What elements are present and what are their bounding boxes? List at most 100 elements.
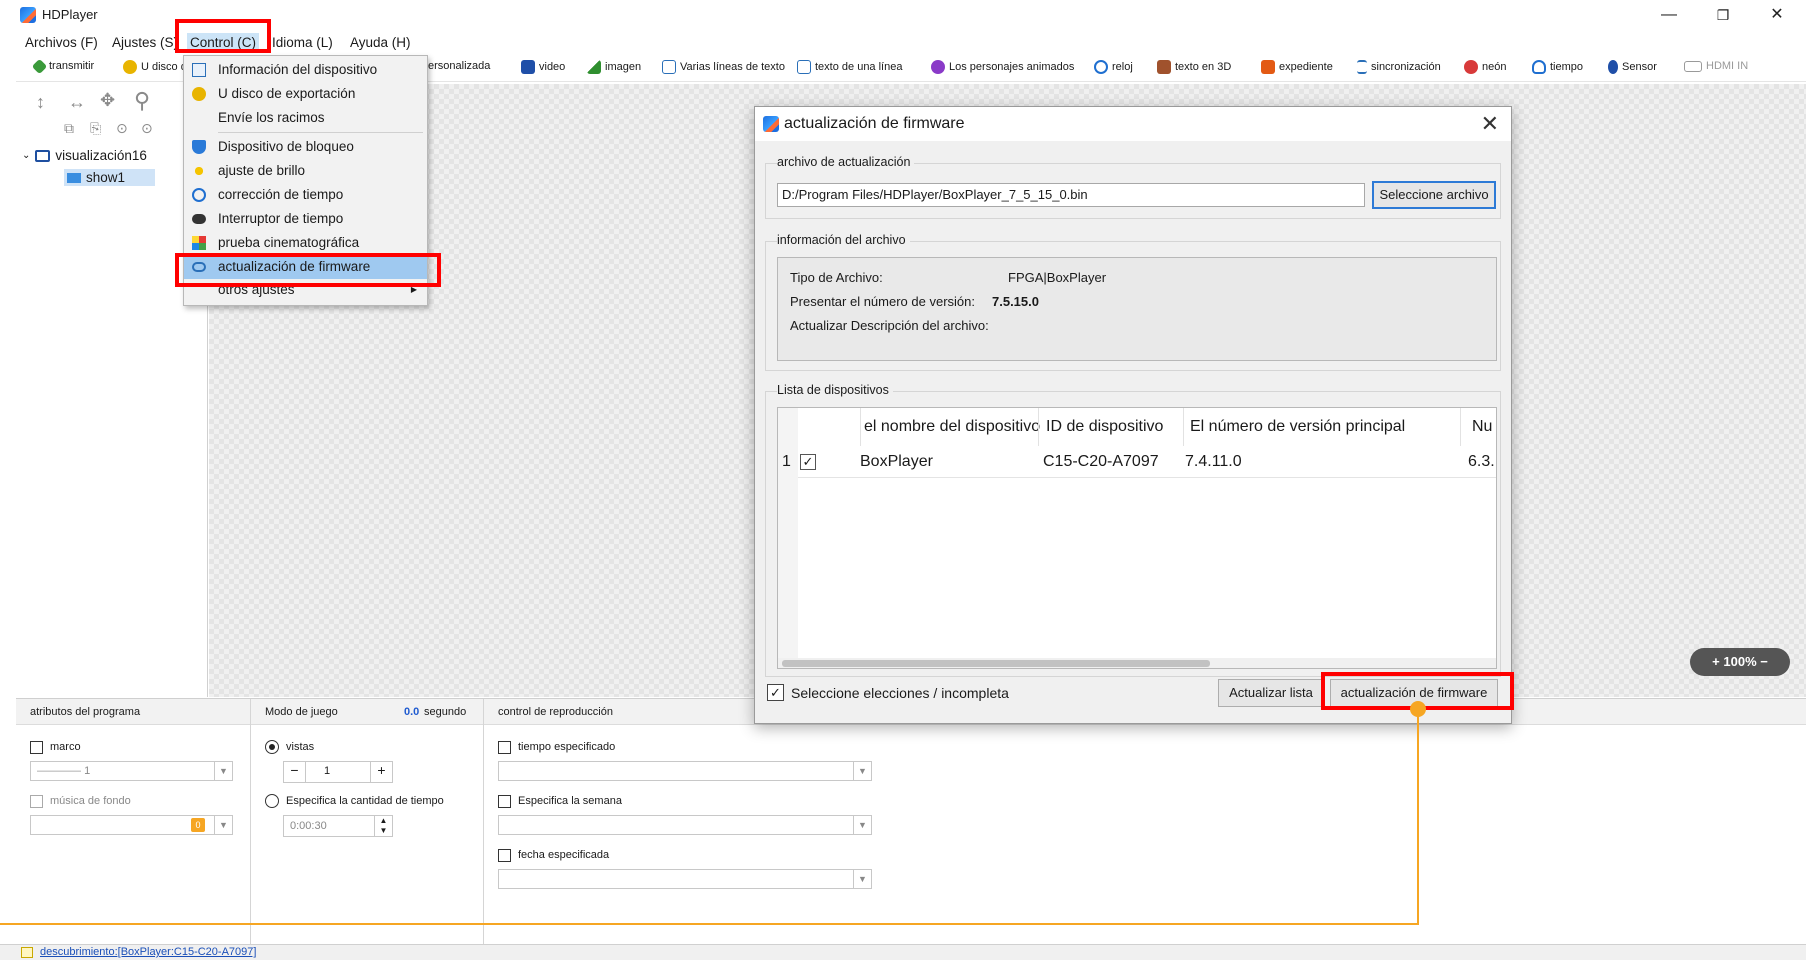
menu-item-test-pattern[interactable]: prueba cinematográfica (184, 231, 427, 255)
minimize-button[interactable]: — (1646, 4, 1692, 26)
views-radio[interactable] (265, 740, 279, 754)
zoom-control[interactable]: + 100% − (1690, 648, 1790, 676)
menu-archivos[interactable]: Archivos (F) (22, 33, 101, 52)
menu-ajustes[interactable]: Ajustes (S) (109, 33, 181, 52)
duration-value: 0.0 (404, 706, 420, 718)
row-checkbox[interactable]: ✓ (800, 454, 816, 470)
frame-checkbox[interactable] (30, 741, 43, 754)
toolbar-texto-3d[interactable]: texto en 3D (1157, 60, 1231, 74)
toolbar-imagen[interactable]: imagen (587, 60, 641, 74)
copy-icon[interactable]: ⧉ (64, 120, 74, 137)
refresh-list-button[interactable]: Actualizar lista (1218, 679, 1324, 707)
move-horizontal-icon[interactable]: ↔ (68, 92, 86, 113)
toolbar-label: neón (1482, 61, 1507, 73)
horizontal-scrollbar[interactable] (778, 658, 1496, 668)
week-label: Especifica la semana (518, 795, 622, 807)
tree-root-item[interactable]: ⌄ visualización16 (22, 148, 147, 163)
toolbar-personalizada[interactable]: ersonalizada (428, 60, 490, 72)
menu-item-brightness[interactable]: ajuste de brillo (184, 159, 427, 183)
move-up-icon[interactable]: ⊙ (116, 120, 128, 137)
toolbar-sensor[interactable]: Sensor (1608, 60, 1657, 74)
time-value: 0:00:30 (290, 820, 327, 832)
scrollbar-thumb[interactable] (782, 660, 1210, 667)
clock-icon (192, 188, 206, 202)
toolbar-transmitir[interactable]: transmitir (31, 58, 94, 74)
specified-time-checkbox[interactable] (498, 741, 511, 754)
toolbar-expediente[interactable]: expediente (1261, 60, 1333, 74)
menu-control[interactable]: Control (C) (187, 33, 260, 52)
frame-select[interactable]: ———— 1 ▼ (30, 761, 233, 781)
views-label: vistas (286, 741, 315, 753)
menu-item-time-correction[interactable]: corrección de tiempo (184, 183, 427, 207)
firmware-path-input[interactable]: D:/Program Files/HDPlayer/BoxPlayer_7_5_… (777, 183, 1365, 207)
menu-item-send-clusters[interactable]: Envíe los racimos (184, 106, 427, 130)
spin-arrows-icon[interactable]: ▲ ▼ (374, 816, 392, 836)
plus-button[interactable]: + (370, 762, 392, 782)
toolbar-label: HDMI IN (1706, 60, 1749, 72)
app-logo-icon (763, 116, 779, 132)
toolbar-label: video (539, 61, 566, 73)
chevron-down-icon: ▼ (853, 762, 871, 780)
tree-child-item[interactable]: show1 (64, 169, 156, 186)
move-all-icon[interactable]: ✥ (100, 90, 115, 111)
pane-divider (250, 699, 251, 945)
toolbar-texto-una-linea[interactable]: texto de una línea (797, 60, 902, 74)
chevron-down-icon: ▼ (853, 816, 871, 834)
toolbar-hdmi-in[interactable]: HDMI IN (1684, 60, 1748, 72)
toolbar-label: ersonalizada (428, 60, 491, 72)
move-vertical-icon[interactable]: ↕ (36, 92, 45, 113)
music-checkbox[interactable] (30, 795, 43, 808)
music-select[interactable]: 0 ▼ (30, 815, 233, 835)
toolbar-personajes-animados[interactable]: Los personajes animados (931, 60, 1074, 74)
week-checkbox[interactable] (498, 795, 511, 808)
col-extra[interactable]: Nu (1472, 408, 1496, 446)
menu-item-label: ajuste de brillo (218, 163, 306, 178)
maximize-button[interactable]: ❐ (1700, 4, 1746, 26)
toolbar-reloj[interactable]: reloj (1094, 60, 1133, 74)
toolbar-label: sincronización (1371, 61, 1441, 73)
views-stepper[interactable]: − 1 + (283, 761, 393, 783)
select-all-checkbox[interactable]: ✓ (767, 684, 784, 701)
week-select[interactable]: ▼ (498, 815, 872, 835)
clock-icon (1094, 60, 1108, 74)
select-file-button[interactable]: Seleccione archivo (1372, 181, 1496, 209)
menu-item-label: prueba cinematográfica (218, 235, 360, 250)
menu-item-device-info[interactable]: Información del dispositivo (184, 58, 427, 82)
duration-unit: segundo (424, 706, 467, 718)
toolbar-varias-lineas[interactable]: Varias líneas de texto (662, 60, 785, 74)
specify-time-radio[interactable] (265, 794, 279, 808)
hdmi-icon (1684, 60, 1702, 72)
toolbar-sincronizacion[interactable]: sincronización (1357, 60, 1441, 74)
minus-button[interactable]: − (284, 762, 306, 782)
toolbar-neon[interactable]: neón (1464, 60, 1506, 74)
menu-item-usb-export[interactable]: U disco de exportación (184, 82, 427, 106)
menu-item-time-switch[interactable]: Interruptor de tiempo (184, 207, 427, 231)
menu-ayuda[interactable]: Ayuda (H) (347, 33, 414, 52)
menu-item-lock-device[interactable]: Dispositivo de bloqueo (184, 135, 427, 159)
date-select[interactable]: ▼ (498, 869, 872, 889)
toolbar-label: tiempo (1550, 61, 1584, 73)
menu-item-firmware-update[interactable]: actualización de firmware (184, 255, 427, 279)
toolbar-tiempo[interactable]: tiempo (1532, 60, 1583, 74)
col-device-name[interactable]: el nombre del dispositivo (864, 408, 1040, 446)
title-bar: HDPlayer — ❐ ✕ (0, 0, 1806, 30)
col-device-id[interactable]: ID de dispositivo (1046, 408, 1180, 446)
expand-chevron-icon[interactable]: ⌄ (22, 150, 30, 161)
shield-icon (192, 140, 206, 154)
music-label: música de fondo (50, 795, 131, 807)
paste-icon[interactable]: ⎘ (90, 120, 101, 137)
dialog-close-button[interactable]: ✕ (1481, 111, 1499, 137)
menu-idioma[interactable]: Idioma (L) (269, 33, 336, 52)
date-checkbox[interactable] (498, 849, 511, 862)
col-main-version[interactable]: El número de versión principal (1190, 408, 1430, 446)
specified-time-select[interactable]: ▼ (498, 761, 872, 781)
video-icon (521, 60, 535, 74)
move-down-icon[interactable]: ⊙ (141, 120, 153, 137)
toolbar-video[interactable]: video (521, 60, 565, 74)
menu-item-other-settings[interactable]: otros ajustes ▶ (184, 278, 427, 302)
toolbar-u-disco[interactable]: U disco d (123, 60, 187, 74)
menu-item-label: Envíe los racimos (218, 110, 325, 125)
zoom-icon[interactable]: ⚲ (134, 88, 150, 114)
time-spinbox[interactable]: 0:00:30 ▲ ▼ (283, 815, 393, 837)
close-button[interactable]: ✕ (1754, 4, 1800, 26)
